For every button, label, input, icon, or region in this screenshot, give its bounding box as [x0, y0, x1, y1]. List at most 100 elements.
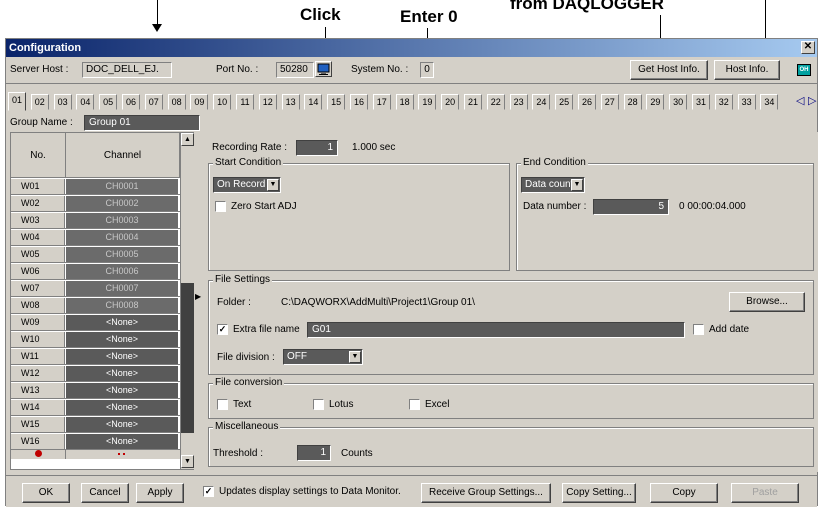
- tab-33[interactable]: 33: [737, 94, 756, 110]
- tab-13[interactable]: 13: [281, 94, 300, 110]
- table-row[interactable]: W14 <None>: [11, 400, 180, 416]
- row-channel[interactable]: <None>: [66, 366, 178, 381]
- tab-02[interactable]: 02: [30, 94, 49, 110]
- tab-14[interactable]: 14: [304, 94, 323, 110]
- tab-20[interactable]: 20: [441, 94, 460, 110]
- paste-button[interactable]: Paste: [731, 483, 799, 503]
- end-mode-select[interactable]: Data count ▼: [521, 177, 585, 193]
- tab-26[interactable]: 26: [578, 94, 596, 110]
- row-channel[interactable]: CH0002: [66, 196, 178, 211]
- table-row[interactable]: W06 CH0006: [11, 264, 180, 280]
- start-mode-select[interactable]: On Record ▼: [213, 177, 281, 193]
- group-name-field[interactable]: Group 01: [84, 115, 200, 131]
- apply-button[interactable]: Apply: [136, 483, 184, 503]
- tab-11[interactable]: 11: [236, 94, 254, 110]
- tab-scroll-left-icon[interactable]: ◁: [796, 94, 804, 107]
- table-row[interactable]: W11 <None>: [11, 349, 180, 365]
- copy-setting-button[interactable]: Copy Setting...: [562, 483, 636, 503]
- tab-08[interactable]: 08: [167, 94, 186, 110]
- row-channel[interactable]: <None>: [66, 315, 178, 330]
- recording-rate-field[interactable]: 1: [296, 140, 338, 156]
- host-info-button[interactable]: Host Info.: [714, 60, 780, 80]
- table-row[interactable]: W07 CH0007: [11, 281, 180, 297]
- table-row[interactable]: W16 <None>: [11, 434, 180, 450]
- row-channel[interactable]: <None>: [66, 383, 178, 398]
- table-row[interactable]: W01 CH0001: [11, 179, 180, 195]
- tab-31[interactable]: 31: [692, 94, 710, 110]
- table-row[interactable]: W04 CH0004: [11, 230, 180, 246]
- extra-file-name-field[interactable]: G01: [307, 322, 685, 338]
- tab-06[interactable]: 06: [122, 94, 140, 110]
- get-host-info-button[interactable]: Get Host Info.: [630, 60, 708, 80]
- row-channel[interactable]: CH0001: [66, 179, 178, 194]
- tab-32[interactable]: 32: [714, 94, 733, 110]
- zero-start-checkbox[interactable]: [215, 201, 226, 212]
- tab-24[interactable]: 24: [532, 94, 551, 110]
- grid-scrollbar[interactable]: ▲ ▼: [180, 133, 194, 469]
- text-checkbox[interactable]: [217, 399, 228, 410]
- add-date-checkbox[interactable]: [693, 324, 704, 335]
- tab-19[interactable]: 19: [418, 94, 437, 110]
- cancel-button[interactable]: Cancel: [81, 483, 129, 503]
- table-row[interactable]: W03 CH0003: [11, 213, 180, 229]
- tab-03[interactable]: 03: [53, 94, 72, 110]
- file-division-select[interactable]: OFF ▼: [283, 349, 363, 365]
- row-channel[interactable]: CH0003: [66, 213, 178, 228]
- tab-04[interactable]: 04: [76, 94, 95, 110]
- expand-arrow-icon[interactable]: ▶: [195, 292, 201, 301]
- table-row[interactable]: W15 <None>: [11, 417, 180, 433]
- row-channel[interactable]: <None>: [66, 434, 178, 449]
- tab-17[interactable]: 17: [372, 94, 391, 110]
- threshold-field[interactable]: 1: [297, 445, 331, 461]
- table-row[interactable]: W05 CH0005: [11, 247, 180, 263]
- row-channel[interactable]: <None>: [66, 400, 178, 415]
- tab-22[interactable]: 22: [486, 94, 505, 110]
- server-host-field[interactable]: DOC_DELL_EJ.: [82, 62, 172, 78]
- tab-28[interactable]: 28: [623, 94, 642, 110]
- row-channel[interactable]: <None>: [66, 349, 178, 364]
- row-channel[interactable]: CH0008: [66, 298, 178, 313]
- tab-25[interactable]: 25: [555, 94, 574, 110]
- receive-group-settings-button[interactable]: Receive Group Settings...: [421, 483, 551, 503]
- tab-07[interactable]: 07: [144, 94, 163, 110]
- update-display-checkbox[interactable]: ✓: [203, 486, 214, 497]
- row-channel[interactable]: CH0005: [66, 247, 178, 262]
- system-no-field[interactable]: 0: [420, 62, 434, 78]
- tab-05[interactable]: 05: [99, 94, 118, 110]
- tab-01[interactable]: 01: [8, 92, 26, 111]
- tab-10[interactable]: 10: [213, 94, 232, 110]
- scroll-down-button[interactable]: ▼: [181, 455, 194, 468]
- port-field[interactable]: 50280: [276, 62, 314, 78]
- tab-15[interactable]: 15: [327, 94, 346, 110]
- browse-button[interactable]: Browse...: [729, 292, 805, 312]
- scroll-thumb[interactable]: [181, 283, 194, 433]
- copy-button[interactable]: Copy: [650, 483, 718, 503]
- ok-button[interactable]: OK: [22, 483, 70, 503]
- table-row[interactable]: W09 <None>: [11, 315, 180, 331]
- tab-29[interactable]: 29: [646, 94, 665, 110]
- tab-18[interactable]: 18: [395, 94, 414, 110]
- row-channel[interactable]: CH0007: [66, 281, 178, 296]
- row-channel[interactable]: <None>: [66, 332, 178, 347]
- scroll-up-button[interactable]: ▲: [181, 133, 194, 146]
- table-row[interactable]: W08 CH0008: [11, 298, 180, 314]
- tab-12[interactable]: 12: [258, 94, 277, 110]
- row-channel[interactable]: CH0006: [66, 264, 178, 279]
- tab-23[interactable]: 23: [509, 94, 528, 110]
- tab-27[interactable]: 27: [600, 94, 619, 110]
- row-channel[interactable]: <None>: [66, 417, 178, 432]
- lotus-checkbox[interactable]: [313, 399, 324, 410]
- port-settings-button[interactable]: [315, 61, 332, 77]
- tab-21[interactable]: 21: [464, 94, 482, 110]
- tab-34[interactable]: 34: [760, 94, 779, 110]
- table-row[interactable]: W13 <None>: [11, 383, 180, 399]
- row-channel[interactable]: CH0004: [66, 230, 178, 245]
- data-number-field[interactable]: 5: [593, 199, 669, 215]
- tab-09[interactable]: 09: [190, 94, 209, 110]
- close-button[interactable]: ✕: [801, 41, 815, 54]
- table-row[interactable]: W02 CH0002: [11, 196, 180, 212]
- tab-scroll-right-icon[interactable]: ▷: [808, 94, 816, 107]
- tab-30[interactable]: 30: [669, 94, 688, 110]
- table-row[interactable]: W10 <None>: [11, 332, 180, 348]
- extra-file-name-checkbox[interactable]: ✓: [217, 324, 228, 335]
